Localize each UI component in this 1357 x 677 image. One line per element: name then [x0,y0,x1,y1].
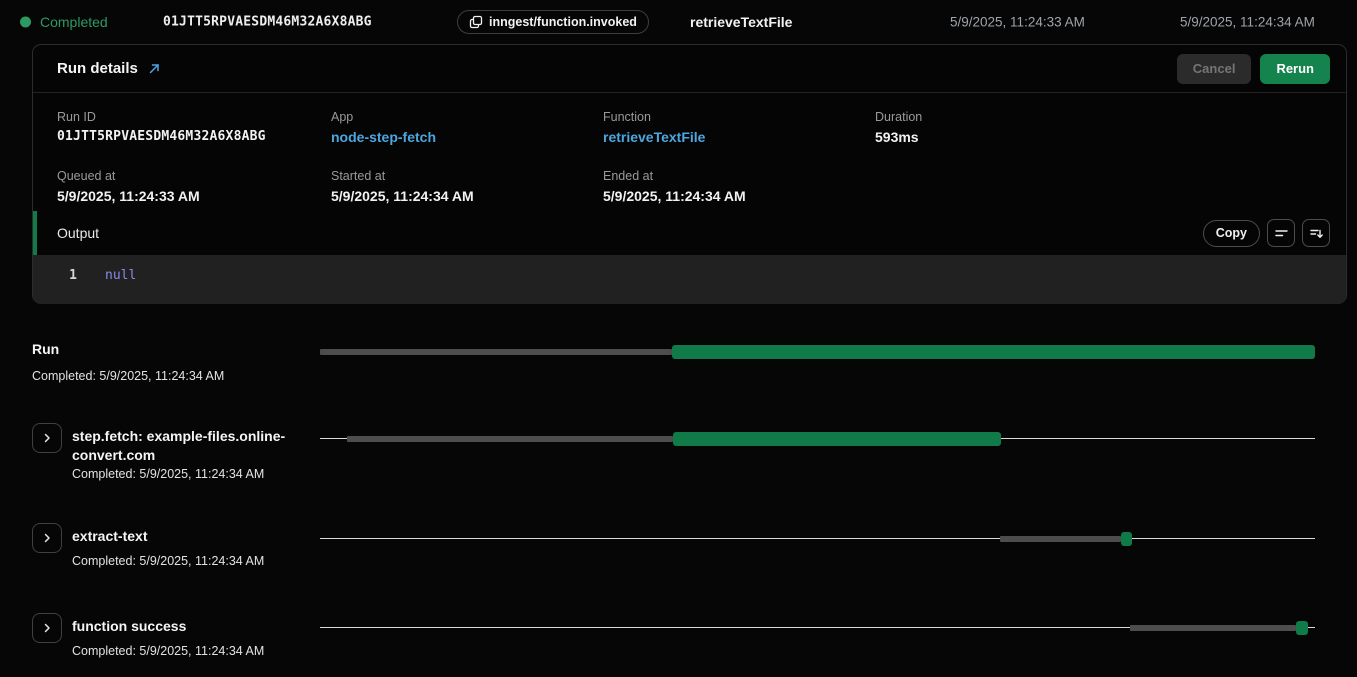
queued-bar [1000,536,1121,542]
cancel-button[interactable]: Cancel [1177,54,1252,84]
copy-icon [469,15,483,29]
duration-bar[interactable] [673,432,1000,446]
step-name: function success [72,617,312,636]
panel-header: Run details Cancel Rerun [33,45,1346,93]
duration-bar[interactable] [1296,621,1308,635]
output-title: Output [57,225,99,241]
queued-bar [347,436,673,442]
app-link[interactable]: node-step-fetch [331,129,603,145]
event-name-label: inngest/function.invoked [489,15,637,29]
function-name-text: retrieveTextFile [690,14,792,30]
field-started-at: Started at 5/9/2025, 11:24:34 AM [331,169,603,204]
queued-timestamp: 5/9/2025, 11:24:33 AM [950,15,1085,30]
status-label: Completed [40,14,108,30]
scroll-to-bottom-icon [1309,226,1324,241]
queued-bar [1130,625,1296,631]
expand-step-button[interactable] [32,423,62,453]
chevron-right-icon [41,622,53,634]
duration-bar[interactable] [1121,532,1132,546]
field-label: Queued at [57,169,331,183]
step-label: Run Completed: 5/9/2025, 11:24:34 AM [32,340,272,383]
scroll-to-bottom-button[interactable] [1302,219,1330,247]
timeline-row-run: Run Completed: 5/9/2025, 11:24:34 AM [0,330,1357,390]
field-duration: Duration 593ms [875,110,1322,145]
function-link[interactable]: retrieveTextFile [603,129,875,145]
field-value: 5/9/2025, 11:24:33 AM [57,188,331,204]
field-label: Run ID [57,110,331,124]
rerun-button[interactable]: Rerun [1260,54,1330,84]
run-id-text: 01JTT5RPVAESDM46M32A6X8ABG [163,15,372,30]
status-dot-icon [20,17,31,28]
timeline-track [320,532,1315,546]
step-label: function success Completed: 5/9/2025, 11… [72,617,312,658]
field-function: Function retrieveTextFile [603,110,875,145]
timeline-row-step-fetch: step.fetch: example-files.online-convert… [0,415,1357,495]
field-label: Started at [331,169,603,183]
expand-step-button[interactable] [32,523,62,553]
field-value: 5/9/2025, 11:24:34 AM [603,188,875,204]
output-code-block[interactable]: 1 null [33,255,1346,304]
field-value: 5/9/2025, 11:24:34 AM [331,188,603,204]
field-app: App node-step-fetch [331,110,603,145]
field-value: 01JTT5RPVAESDM46M32A6X8ABG [57,129,331,144]
step-label: extract-text Completed: 5/9/2025, 11:24:… [72,527,312,568]
step-name: extract-text [72,527,312,546]
run-metadata: Run ID 01JTT5RPVAESDM46M32A6X8ABG App no… [33,93,1346,211]
timeline-track [320,345,1315,359]
output-accent-bar [33,211,37,255]
step-name: Run [32,340,272,359]
run-status-bar: Completed 01JTT5RPVAESDM46M32A6X8ABG inn… [0,0,1357,44]
output-code: null [105,268,136,283]
duration-bar[interactable] [672,345,1315,359]
timeline-row-extract-text: extract-text Completed: 5/9/2025, 11:24:… [0,515,1357,585]
timeline-row-function-success: function success Completed: 5/9/2025, 11… [0,605,1357,675]
timeline-baseline [320,538,1315,539]
chevron-right-icon [41,532,53,544]
field-value: 593ms [875,129,1322,145]
output-header: Output Copy [33,211,1346,255]
panel-title: Run details [57,60,138,77]
started-timestamp: 5/9/2025, 11:24:34 AM [1180,15,1315,30]
external-link-icon[interactable] [148,62,161,75]
timeline-track [320,432,1315,446]
event-name-badge[interactable]: inngest/function.invoked [457,10,649,34]
timeline-track [320,621,1315,635]
field-ended-at: Ended at 5/9/2025, 11:24:34 AM [603,169,875,204]
step-label: step.fetch: example-files.online-convert… [72,427,312,481]
copy-output-button[interactable]: Copy [1203,220,1260,247]
expand-step-button[interactable] [32,613,62,643]
field-label: Function [603,110,875,124]
wrap-text-icon [1274,226,1289,241]
field-run-id: Run ID 01JTT5RPVAESDM46M32A6X8ABG [57,110,331,145]
step-completed-time: Completed: 5/9/2025, 11:24:34 AM [72,554,312,568]
step-completed-time: Completed: 5/9/2025, 11:24:34 AM [32,369,272,383]
step-completed-time: Completed: 5/9/2025, 11:24:34 AM [72,467,312,481]
field-queued-at: Queued at 5/9/2025, 11:24:33 AM [57,169,331,204]
chevron-right-icon [41,432,53,444]
field-label: Ended at [603,169,875,183]
line-number: 1 [63,268,77,283]
output-actions: Copy [1203,219,1330,247]
run-details-panel: Run details Cancel Rerun Run ID 01JTT5RP… [32,44,1347,304]
panel-actions: Cancel Rerun [1177,54,1330,84]
wrap-text-button[interactable] [1267,219,1295,247]
field-label: Duration [875,110,1322,124]
step-name: step.fetch: example-files.online-convert… [72,427,312,465]
field-label: App [331,110,603,124]
step-completed-time: Completed: 5/9/2025, 11:24:34 AM [72,644,312,658]
queued-bar [320,349,672,355]
